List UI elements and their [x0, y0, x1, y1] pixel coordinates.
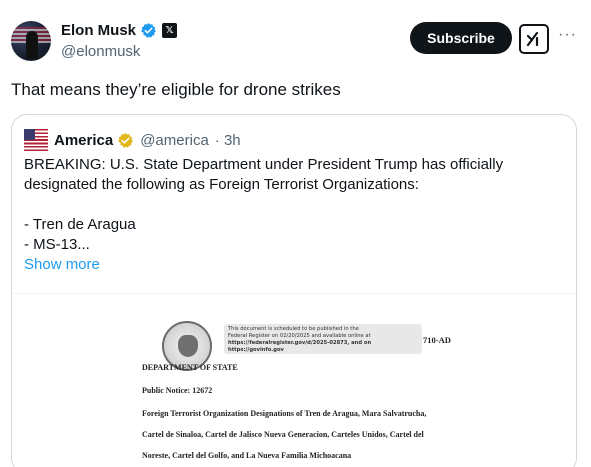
quoted-tweet[interactable]: America @america · 3h BREAKING: U.S. Sta…	[11, 114, 577, 467]
quoted-line: designated the following as Foreign Terr…	[24, 176, 419, 193]
x-logo-icon: 𝕏	[162, 23, 178, 38]
document-department: DEPARTMENT OF STATE	[142, 363, 238, 372]
grok-glyph	[526, 31, 539, 47]
document-public-notice: Public Notice: 12672	[142, 386, 213, 395]
quoted-author-handle[interactable]: @america	[140, 132, 209, 149]
verified-gold-badge-icon	[118, 132, 134, 148]
grok-icon[interactable]	[519, 24, 549, 54]
author-avatar[interactable]	[11, 21, 51, 61]
quoted-author-name[interactable]: America	[54, 132, 113, 149]
stamp-line: Federal Register on 02/20/2025 and avail…	[228, 333, 371, 339]
quoted-header: America @america · 3h	[24, 129, 241, 151]
author-name[interactable]: Elon Musk	[61, 22, 136, 39]
federal-register-stamp: This document is scheduled to be publish…	[224, 324, 422, 354]
stamp-line: https://federalregister.gov/d/2025-02873…	[228, 340, 372, 353]
document-title-line: Cartel de Sinaloa, Cartel de Jalisco Nue…	[142, 430, 424, 439]
quoted-line	[24, 195, 564, 215]
document-number: 710-AD	[423, 335, 451, 345]
author-handle[interactable]: @elonmusk	[61, 43, 140, 60]
us-flag-avatar[interactable]	[24, 129, 48, 151]
tweet-text: That means they’re eligible for drone st…	[11, 80, 341, 99]
document-title-line: Noreste, Cartel del Golfo, and La Nueva …	[142, 451, 352, 460]
document-title-line: Foreign Terrorist Organization Designati…	[142, 409, 427, 418]
show-more-link[interactable]: Show more	[24, 256, 100, 273]
quoted-line: BREAKING: U.S. State Department under Pr…	[24, 156, 504, 173]
quoted-line: - MS-13...	[24, 236, 90, 253]
quoted-timestamp[interactable]: · 3h	[215, 132, 241, 149]
verified-badge-icon	[141, 23, 156, 38]
document-image[interactable]: This document is scheduled to be publish…	[12, 293, 576, 467]
quoted-line: - Tren de Aragua	[24, 216, 136, 233]
subscribe-button[interactable]: Subscribe	[410, 22, 512, 54]
quoted-text: BREAKING: U.S. State Department under Pr…	[24, 155, 564, 255]
author-header: Elon Musk 𝕏	[61, 22, 178, 39]
stamp-line: This document is scheduled to be publish…	[228, 326, 359, 332]
more-icon[interactable]: ···	[558, 26, 577, 44]
avatar-figure	[26, 31, 38, 59]
